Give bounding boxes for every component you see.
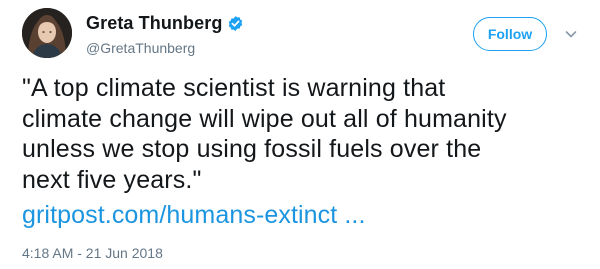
author-handle[interactable]: @GretaThunberg xyxy=(86,40,195,56)
tweet-text-line: "A top climate scientist is warning that xyxy=(22,74,446,102)
tweet-text-line: unless we stop using fossil fuels over t… xyxy=(22,135,482,163)
avatar[interactable] xyxy=(22,8,72,58)
follow-button[interactable]: Follow xyxy=(473,17,547,51)
author-display-name[interactable]: Greta Thunberg xyxy=(86,13,222,34)
tweet-text-line: next five years." xyxy=(22,165,202,194)
tweet-timestamp[interactable]: 4:18 AM - 21 Jun 2018 xyxy=(22,245,163,261)
tweet-text: "A top climate scientist is warning that… xyxy=(22,73,582,195)
author-name-row: Greta Thunberg xyxy=(86,13,244,34)
tweet-text-line: climate change will wipe out all of huma… xyxy=(22,104,507,133)
tweet-link[interactable]: gritpost.com/humans-extinct ... xyxy=(22,201,366,230)
profile-photo xyxy=(22,8,72,58)
chevron-down-icon[interactable] xyxy=(563,26,579,42)
verified-badge-icon xyxy=(227,15,244,32)
